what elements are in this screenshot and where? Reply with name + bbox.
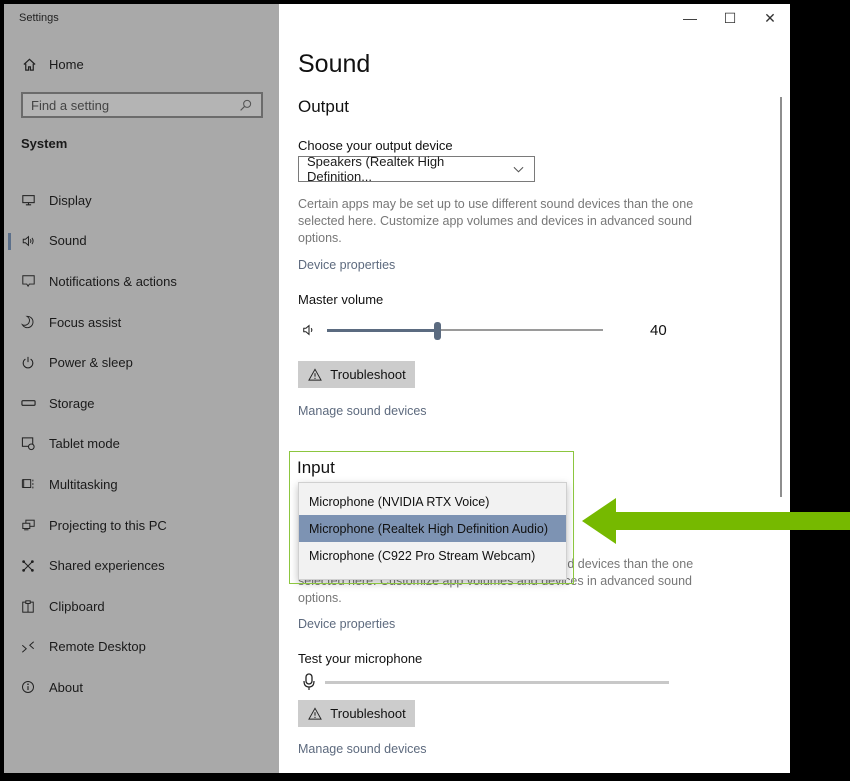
tablet-icon	[20, 436, 36, 452]
clipboard-icon	[20, 598, 36, 614]
app-title: Settings	[19, 12, 59, 24]
search-input[interactable]	[31, 97, 231, 113]
chevron-down-icon	[510, 161, 526, 177]
volume-track[interactable]	[327, 322, 603, 340]
warning-icon	[307, 367, 323, 383]
sidebar-item-storage[interactable]: Storage	[4, 383, 279, 424]
warning-icon	[307, 706, 323, 722]
sidebar-item-focus-assist[interactable]: Focus assist	[4, 302, 279, 343]
page-title: Sound	[298, 50, 371, 78]
display-icon	[20, 192, 36, 208]
sidebar-item-shared-experiences[interactable]: Shared experiences	[4, 545, 279, 586]
microphone-icon	[301, 673, 317, 690]
test-microphone-label: Test your microphone	[298, 651, 423, 666]
moon-icon	[20, 314, 36, 330]
sidebar-item-label: Shared experiences	[49, 558, 165, 574]
info-icon	[20, 679, 36, 695]
sidebar-item-sound[interactable]: Sound	[4, 221, 279, 262]
sidebar-item-remote-desktop[interactable]: Remote Desktop	[4, 627, 279, 668]
microphone-level-bar	[325, 681, 669, 684]
sidebar-item-power-sleep[interactable]: Power & sleep	[4, 342, 279, 383]
master-volume-slider[interactable]	[301, 322, 681, 340]
sidebar-nav: Display Sound Notifications & actions Fo…	[4, 180, 279, 708]
power-icon	[20, 355, 36, 371]
sidebar-item-multitasking[interactable]: Multitasking	[4, 464, 279, 505]
sidebar-item-label: Power & sleep	[49, 355, 133, 371]
window-controls: — ☐ ✕	[670, 4, 790, 32]
output-device-value: Speakers (Realtek High Definition...	[307, 154, 445, 184]
home-icon	[21, 56, 37, 72]
volume-thumb[interactable]	[434, 322, 442, 340]
sidebar: Settings Home System Display Sound	[4, 4, 279, 773]
sidebar-item-notifications[interactable]: Notifications & actions	[4, 261, 279, 302]
speaker-icon	[301, 322, 317, 338]
output-manage-devices-link[interactable]: Manage sound devices	[298, 404, 427, 418]
search-box[interactable]	[21, 92, 263, 118]
volume-fill	[327, 328, 438, 332]
sidebar-item-label: About	[49, 679, 83, 695]
remote-desktop-icon	[20, 639, 36, 655]
sidebar-item-display[interactable]: Display	[4, 180, 279, 221]
settings-window: Settings Home System Display Sound	[4, 4, 790, 773]
troubleshoot-label: Troubleshoot	[330, 367, 406, 382]
content-pane: — ☐ ✕ Sound Output Choose your output de…	[279, 4, 790, 773]
input-troubleshoot-button[interactable]: Troubleshoot	[298, 700, 415, 727]
volume-value: 40	[650, 322, 667, 339]
annotation-highlight-box	[289, 451, 574, 584]
input-manage-devices-link[interactable]: Manage sound devices	[298, 742, 427, 756]
section-label-system: System	[21, 136, 68, 151]
search-icon[interactable]	[237, 97, 253, 113]
troubleshoot-label: Troubleshoot	[330, 706, 406, 721]
output-description: Certain apps may be set up to use differ…	[298, 197, 694, 245]
output-heading: Output	[298, 97, 350, 116]
scrollbar[interactable]	[780, 97, 782, 497]
input-device-properties-link[interactable]: Device properties	[298, 617, 395, 631]
master-volume-label: Master volume	[298, 292, 384, 307]
output-device-label: Choose your output device	[298, 138, 453, 153]
sidebar-item-label: Focus assist	[49, 314, 122, 330]
sidebar-item-label: Sound	[49, 233, 87, 249]
speaker-icon	[20, 233, 36, 249]
close-button[interactable]: ✕	[750, 4, 790, 32]
storage-icon	[20, 395, 36, 411]
minimize-button[interactable]: —	[670, 4, 710, 32]
sidebar-item-label: Display	[49, 192, 92, 208]
output-troubleshoot-button[interactable]: Troubleshoot	[298, 361, 415, 388]
sidebar-item-projecting[interactable]: Projecting to this PC	[4, 505, 279, 546]
output-device-properties-link[interactable]: Device properties	[298, 258, 395, 272]
sidebar-item-label: Storage	[49, 395, 95, 411]
sidebar-item-about[interactable]: About	[4, 667, 279, 708]
sidebar-item-label: Notifications & actions	[49, 273, 177, 289]
output-device-dropdown[interactable]: Speakers (Realtek High Definition...	[298, 154, 535, 184]
sidebar-item-label: Remote Desktop	[49, 639, 146, 655]
microphone-level-meter	[301, 673, 681, 694]
sidebar-item-clipboard[interactable]: Clipboard	[4, 586, 279, 627]
sidebar-item-tablet-mode[interactable]: Tablet mode	[4, 424, 279, 465]
multitasking-icon	[20, 476, 36, 492]
annotation-arrow-icon	[582, 498, 850, 544]
sidebar-item-label: Multitasking	[49, 476, 118, 492]
maximize-button[interactable]: ☐	[710, 4, 750, 32]
sidebar-item-label: Tablet mode	[49, 436, 120, 452]
home-label: Home	[49, 56, 84, 72]
notification-icon	[20, 273, 36, 289]
sidebar-home[interactable]: Home	[21, 56, 84, 72]
shared-icon	[20, 558, 36, 574]
projecting-icon	[20, 517, 36, 533]
sidebar-item-label: Projecting to this PC	[49, 517, 167, 533]
sidebar-item-label: Clipboard	[49, 598, 105, 614]
